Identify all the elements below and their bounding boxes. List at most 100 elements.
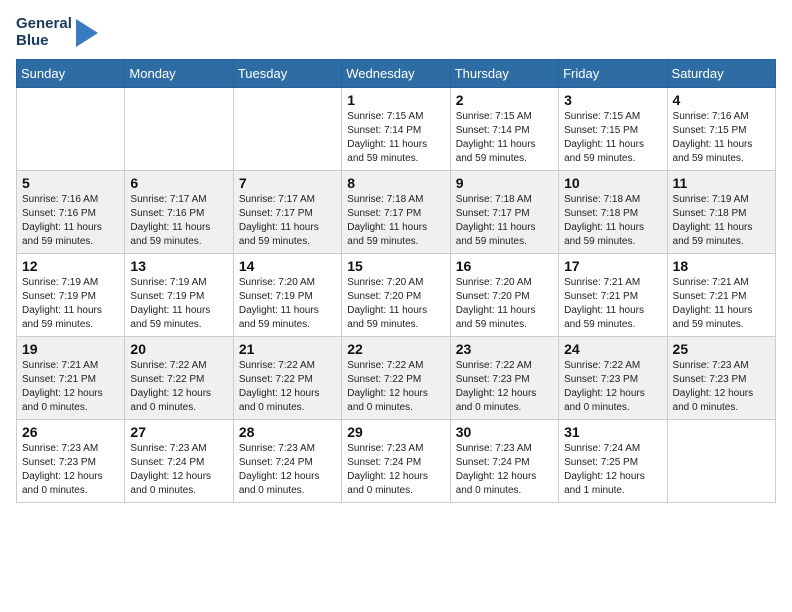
day-number: 6: [130, 175, 227, 191]
calendar-cell: 18 Sunrise: 7:21 AM Sunset: 7:21 PM Dayli…: [667, 254, 775, 337]
calendar-cell: 29 Sunrise: 7:23 AM Sunset: 7:24 PM Dayli…: [342, 420, 450, 503]
calendar-cell: 21 Sunrise: 7:22 AM Sunset: 7:22 PM Dayli…: [233, 337, 341, 420]
day-info: Sunrise: 7:20 AM Sunset: 7:20 PM Dayligh…: [347, 276, 444, 332]
logo-bird-icon: [76, 19, 98, 47]
calendar-header-row: SundayMondayTuesdayWednesdayThursdayFrid…: [17, 60, 776, 88]
day-header-tuesday: Tuesday: [233, 60, 341, 88]
day-number: 1: [347, 92, 444, 108]
calendar-cell: 12 Sunrise: 7:19 AM Sunset: 7:19 PM Dayli…: [17, 254, 125, 337]
calendar-cell: 28 Sunrise: 7:23 AM Sunset: 7:24 PM Dayli…: [233, 420, 341, 503]
day-info: Sunrise: 7:17 AM Sunset: 7:17 PM Dayligh…: [239, 193, 336, 249]
day-number: 13: [130, 258, 227, 274]
day-header-saturday: Saturday: [667, 60, 775, 88]
day-info: Sunrise: 7:22 AM Sunset: 7:22 PM Dayligh…: [130, 359, 227, 415]
calendar-cell: 9 Sunrise: 7:18 AM Sunset: 7:17 PM Daylig…: [450, 171, 558, 254]
day-info: Sunrise: 7:20 AM Sunset: 7:19 PM Dayligh…: [239, 276, 336, 332]
day-info: Sunrise: 7:23 AM Sunset: 7:24 PM Dayligh…: [347, 442, 444, 498]
day-number: 25: [673, 341, 770, 357]
day-number: 24: [564, 341, 661, 357]
day-number: 9: [456, 175, 553, 191]
calendar-cell: 4 Sunrise: 7:16 AM Sunset: 7:15 PM Daylig…: [667, 88, 775, 171]
day-header-thursday: Thursday: [450, 60, 558, 88]
day-number: 22: [347, 341, 444, 357]
day-info: Sunrise: 7:19 AM Sunset: 7:18 PM Dayligh…: [673, 193, 770, 249]
day-number: 18: [673, 258, 770, 274]
calendar-cell: 11 Sunrise: 7:19 AM Sunset: 7:18 PM Dayli…: [667, 171, 775, 254]
logo-general: General: [16, 16, 72, 33]
day-number: 4: [673, 92, 770, 108]
calendar-cell: [17, 88, 125, 171]
day-info: Sunrise: 7:22 AM Sunset: 7:22 PM Dayligh…: [239, 359, 336, 415]
calendar-cell: [667, 420, 775, 503]
day-header-friday: Friday: [559, 60, 667, 88]
day-number: 19: [22, 341, 119, 357]
day-header-monday: Monday: [125, 60, 233, 88]
day-number: 5: [22, 175, 119, 191]
header: General Blue: [16, 16, 776, 49]
day-number: 15: [347, 258, 444, 274]
day-number: 16: [456, 258, 553, 274]
logo: General Blue: [16, 16, 98, 49]
day-number: 28: [239, 424, 336, 440]
day-info: Sunrise: 7:19 AM Sunset: 7:19 PM Dayligh…: [130, 276, 227, 332]
day-info: Sunrise: 7:19 AM Sunset: 7:19 PM Dayligh…: [22, 276, 119, 332]
logo-blue: Blue: [16, 33, 72, 50]
calendar-cell: [233, 88, 341, 171]
day-number: 17: [564, 258, 661, 274]
calendar-table: SundayMondayTuesdayWednesdayThursdayFrid…: [16, 59, 776, 503]
calendar-week-row: 12 Sunrise: 7:19 AM Sunset: 7:19 PM Dayli…: [17, 254, 776, 337]
calendar-cell: 26 Sunrise: 7:23 AM Sunset: 7:23 PM Dayli…: [17, 420, 125, 503]
day-info: Sunrise: 7:17 AM Sunset: 7:16 PM Dayligh…: [130, 193, 227, 249]
calendar-cell: 14 Sunrise: 7:20 AM Sunset: 7:19 PM Dayli…: [233, 254, 341, 337]
day-number: 11: [673, 175, 770, 191]
day-number: 12: [22, 258, 119, 274]
day-info: Sunrise: 7:23 AM Sunset: 7:24 PM Dayligh…: [239, 442, 336, 498]
day-number: 7: [239, 175, 336, 191]
day-info: Sunrise: 7:22 AM Sunset: 7:22 PM Dayligh…: [347, 359, 444, 415]
day-number: 29: [347, 424, 444, 440]
day-number: 20: [130, 341, 227, 357]
calendar-cell: 15 Sunrise: 7:20 AM Sunset: 7:20 PM Dayli…: [342, 254, 450, 337]
day-number: 10: [564, 175, 661, 191]
calendar-cell: 7 Sunrise: 7:17 AM Sunset: 7:17 PM Daylig…: [233, 171, 341, 254]
day-info: Sunrise: 7:24 AM Sunset: 7:25 PM Dayligh…: [564, 442, 661, 498]
day-number: 3: [564, 92, 661, 108]
calendar-cell: 25 Sunrise: 7:23 AM Sunset: 7:23 PM Dayli…: [667, 337, 775, 420]
calendar-cell: 2Sunrise: 7:15 AM Sunset: 7:14 PM Daylig…: [450, 88, 558, 171]
logo-text-block: General Blue: [16, 16, 98, 49]
calendar-cell: 5Sunrise: 7:16 AM Sunset: 7:16 PM Daylig…: [17, 171, 125, 254]
day-info: Sunrise: 7:22 AM Sunset: 7:23 PM Dayligh…: [456, 359, 553, 415]
day-number: 14: [239, 258, 336, 274]
calendar-cell: 20 Sunrise: 7:22 AM Sunset: 7:22 PM Dayli…: [125, 337, 233, 420]
day-info: Sunrise: 7:21 AM Sunset: 7:21 PM Dayligh…: [564, 276, 661, 332]
day-info: Sunrise: 7:18 AM Sunset: 7:17 PM Dayligh…: [456, 193, 553, 249]
day-info: Sunrise: 7:18 AM Sunset: 7:18 PM Dayligh…: [564, 193, 661, 249]
calendar-cell: 8Sunrise: 7:18 AM Sunset: 7:17 PM Daylig…: [342, 171, 450, 254]
calendar-week-row: 19 Sunrise: 7:21 AM Sunset: 7:21 PM Dayli…: [17, 337, 776, 420]
day-info: Sunrise: 7:23 AM Sunset: 7:23 PM Dayligh…: [673, 359, 770, 415]
day-number: 27: [130, 424, 227, 440]
day-info: Sunrise: 7:23 AM Sunset: 7:24 PM Dayligh…: [456, 442, 553, 498]
calendar-cell: 27 Sunrise: 7:23 AM Sunset: 7:24 PM Dayli…: [125, 420, 233, 503]
calendar-week-row: 5Sunrise: 7:16 AM Sunset: 7:16 PM Daylig…: [17, 171, 776, 254]
day-info: Sunrise: 7:15 AM Sunset: 7:15 PM Dayligh…: [564, 110, 661, 166]
day-info: Sunrise: 7:16 AM Sunset: 7:15 PM Dayligh…: [673, 110, 770, 166]
calendar-cell: 31Sunrise: 7:24 AM Sunset: 7:25 PM Dayli…: [559, 420, 667, 503]
day-number: 26: [22, 424, 119, 440]
day-info: Sunrise: 7:21 AM Sunset: 7:21 PM Dayligh…: [673, 276, 770, 332]
day-number: 2: [456, 92, 553, 108]
calendar-cell: 17 Sunrise: 7:21 AM Sunset: 7:21 PM Dayli…: [559, 254, 667, 337]
day-info: Sunrise: 7:21 AM Sunset: 7:21 PM Dayligh…: [22, 359, 119, 415]
day-info: Sunrise: 7:18 AM Sunset: 7:17 PM Dayligh…: [347, 193, 444, 249]
day-number: 21: [239, 341, 336, 357]
day-info: Sunrise: 7:23 AM Sunset: 7:24 PM Dayligh…: [130, 442, 227, 498]
calendar-cell: 6 Sunrise: 7:17 AM Sunset: 7:16 PM Daylig…: [125, 171, 233, 254]
calendar-cell: 13 Sunrise: 7:19 AM Sunset: 7:19 PM Dayli…: [125, 254, 233, 337]
calendar-cell: 16Sunrise: 7:20 AM Sunset: 7:20 PM Dayli…: [450, 254, 558, 337]
calendar-week-row: 1 Sunrise: 7:15 AM Sunset: 7:14 PM Daylig…: [17, 88, 776, 171]
calendar-cell: 30Sunrise: 7:23 AM Sunset: 7:24 PM Dayli…: [450, 420, 558, 503]
day-info: Sunrise: 7:15 AM Sunset: 7:14 PM Dayligh…: [347, 110, 444, 166]
day-header-sunday: Sunday: [17, 60, 125, 88]
calendar-week-row: 26 Sunrise: 7:23 AM Sunset: 7:23 PM Dayli…: [17, 420, 776, 503]
day-info: Sunrise: 7:23 AM Sunset: 7:23 PM Dayligh…: [22, 442, 119, 498]
